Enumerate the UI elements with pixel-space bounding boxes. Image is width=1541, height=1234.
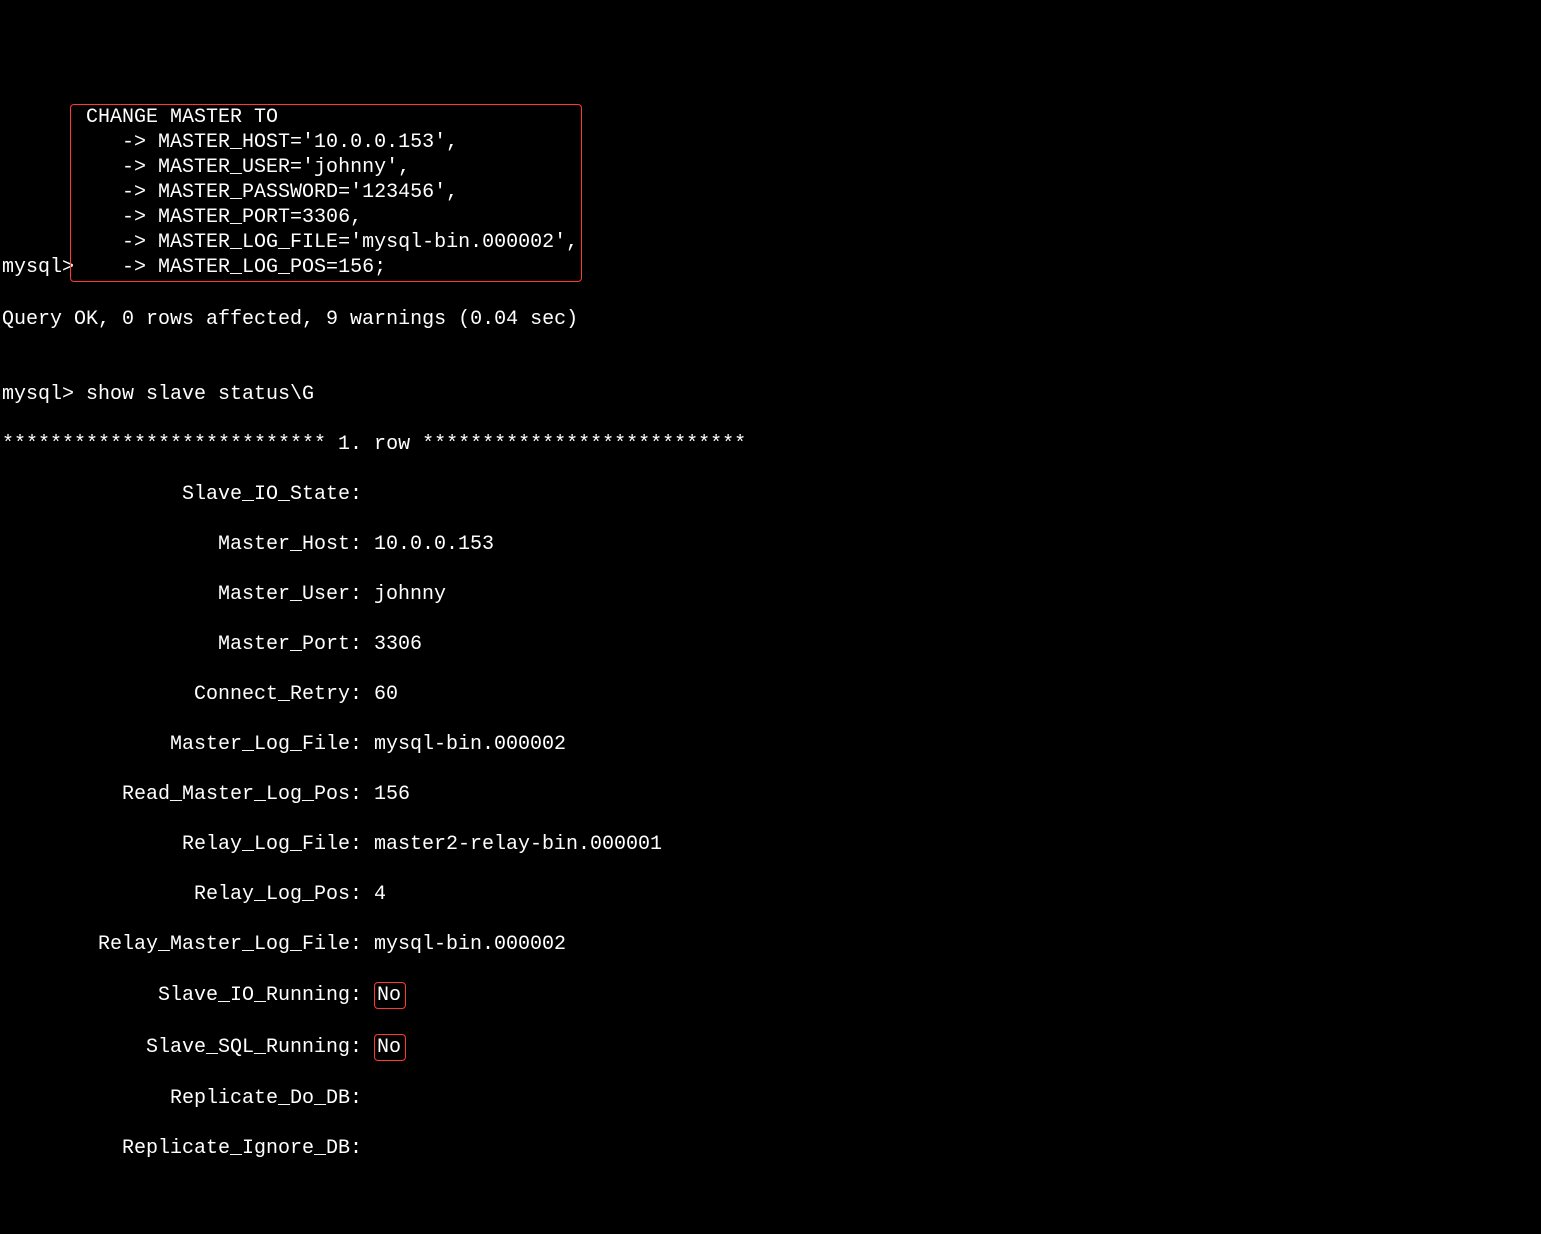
status-value: No (377, 984, 401, 1007)
cont-prompt: -> (74, 256, 146, 279)
cmd-text: show slave status\G (74, 383, 314, 406)
status-value: 10.0.0.153 (362, 533, 494, 556)
status-label: Relay_Master_Log_File: (2, 932, 362, 957)
status-row-relay-log-pos: Relay_Log_Pos: 4 (2, 882, 1539, 907)
status-row-read-master-log-pos: Read_Master_Log_Pos: 156 (2, 782, 1539, 807)
row-separator: *************************** 1. row *****… (2, 432, 1539, 457)
status-row-master-host: Master_Host: 10.0.0.153 (2, 532, 1539, 557)
status-label: Slave_IO_Running: (2, 983, 362, 1008)
status-value: mysql-bin.000002 (362, 733, 566, 756)
status-value: 3306 (362, 633, 422, 656)
cmd-text: MASTER_LOG_FILE='mysql-bin.000002', (146, 231, 578, 254)
status-value: johnny (362, 583, 446, 606)
status-value: mysql-bin.000002 (362, 933, 566, 956)
status-label: Read_Master_Log_Pos: (2, 782, 362, 807)
status-label: Relay_Log_File: (2, 832, 362, 857)
status-value: 156 (362, 783, 410, 806)
prompt: mysql> (2, 256, 74, 279)
status-label: Slave_SQL_Running: (2, 1035, 362, 1060)
status-label: Master_Host: (2, 532, 362, 557)
cmd-line: mysql> show slave status\G (2, 382, 1539, 407)
cmd-text: MASTER_PASSWORD='123456', (146, 181, 458, 204)
highlight-box-change-master: CHANGE MASTER TO -> MASTER_HOST='10.0.0.… (70, 104, 582, 282)
highlight-box-io-running: No (374, 982, 406, 1009)
cont-prompt: -> (74, 231, 146, 254)
status-row-replicate-do-db: Replicate_Do_DB: (2, 1086, 1539, 1111)
status-label: Slave_IO_State: (2, 482, 362, 507)
query-result: Query OK, 0 rows affected, 9 warnings (0… (2, 307, 1539, 332)
status-row-relay-master-log-file: Relay_Master_Log_File: mysql-bin.000002 (2, 932, 1539, 957)
highlight-box-sql-running: No (374, 1034, 406, 1061)
status-row-master-port: Master_Port: 3306 (2, 632, 1539, 657)
status-value: 60 (362, 683, 398, 706)
terminal-output[interactable]: mysql> CHANGE MASTER TO -> MASTER_HOST='… (2, 104, 1539, 1161)
status-value: master2-relay-bin.000001 (362, 833, 662, 856)
status-label: Replicate_Ignore_DB: (2, 1136, 362, 1161)
prompt: mysql> (2, 383, 74, 406)
status-row-master-log-file: Master_Log_File: mysql-bin.000002 (2, 732, 1539, 757)
cont-prompt: -> (74, 156, 146, 179)
status-label: Master_Log_File: (2, 732, 362, 757)
status-row-replicate-ignore-db: Replicate_Ignore_DB: (2, 1136, 1539, 1161)
status-row-connect-retry: Connect_Retry: 60 (2, 682, 1539, 707)
status-label: Master_User: (2, 582, 362, 607)
cont-prompt: -> (74, 181, 146, 204)
status-value: No (377, 1036, 401, 1059)
status-label: Relay_Log_Pos: (2, 882, 362, 907)
cmd-text: CHANGE MASTER TO (74, 106, 278, 129)
status-row-slave-io-state: Slave_IO_State: (2, 482, 1539, 507)
status-label: Connect_Retry: (2, 682, 362, 707)
cmd-text: MASTER_PORT=3306, (146, 206, 362, 229)
status-label: Replicate_Do_DB: (2, 1086, 362, 1111)
cmd-text: MASTER_USER='johnny', (146, 156, 410, 179)
cmd-text: MASTER_LOG_POS=156; (146, 256, 386, 279)
status-row-slave-io-running: Slave_IO_Running: No (2, 982, 1539, 1009)
cmd-line: mysql> CHANGE MASTER TO -> MASTER_HOST='… (2, 104, 1539, 282)
status-row-slave-sql-running: Slave_SQL_Running: No (2, 1034, 1539, 1061)
status-row-master-user: Master_User: johnny (2, 582, 1539, 607)
cmd-text: MASTER_HOST='10.0.0.153', (146, 131, 458, 154)
status-label: Master_Port: (2, 632, 362, 657)
cont-prompt: -> (74, 206, 146, 229)
status-row-relay-log-file: Relay_Log_File: master2-relay-bin.000001 (2, 832, 1539, 857)
cont-prompt: -> (74, 131, 146, 154)
status-value: 4 (362, 883, 386, 906)
